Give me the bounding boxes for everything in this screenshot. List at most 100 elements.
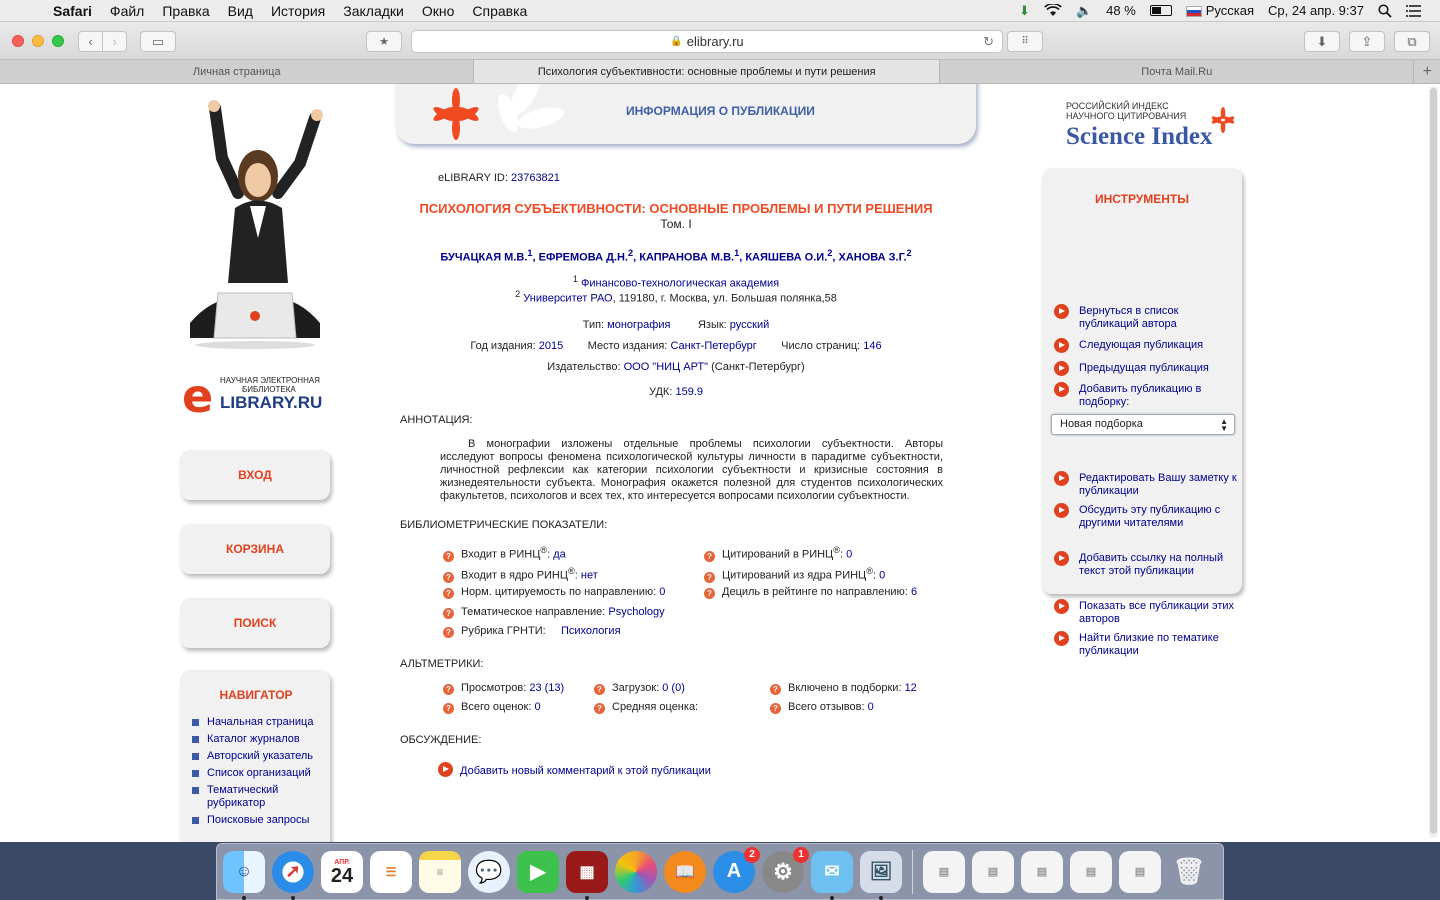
messages-icon[interactable]: 💬	[468, 850, 510, 893]
minimized-window-1-icon[interactable]: ▤	[923, 850, 965, 893]
ibooks-icon[interactable]: 📖	[664, 850, 706, 893]
nav-item-journals[interactable]: Каталог журналов	[192, 733, 320, 746]
collection-select[interactable]: Новая подборка ▲ ▼	[1051, 414, 1235, 435]
menu-history[interactable]: История	[262, 3, 334, 19]
tool-back-to-author-list[interactable]: Вернуться в список публикаций автора	[1054, 304, 1238, 331]
menu-window[interactable]: Окно	[413, 3, 464, 19]
help-icon[interactable]: ?	[443, 588, 454, 599]
photos-icon[interactable]	[615, 850, 657, 893]
nav-item-organizations[interactable]: Список организаций	[192, 767, 320, 780]
menu-help[interactable]: Справка	[463, 3, 536, 19]
author-link[interactable]: ЕФРЕМОВА Д.Н.	[539, 252, 628, 264]
bookmarks-button[interactable]: ★	[366, 31, 402, 52]
facetime-icon[interactable]: ▶	[517, 850, 559, 893]
science-index-logo[interactable]: РОССИЙСКИЙ ИНДЕКС НАУЧНОГО ЦИТИРОВАНИЯ Sc…	[1066, 101, 1246, 151]
notification-center-icon[interactable]	[1406, 4, 1422, 17]
minimize-window-button[interactable]	[32, 35, 44, 47]
help-icon[interactable]: ?	[594, 703, 605, 714]
trash-icon[interactable]: 🗑	[1168, 851, 1210, 893]
help-icon[interactable]: ?	[443, 608, 454, 619]
tool-next-publication[interactable]: Следующая публикация	[1054, 338, 1238, 353]
app-store-icon[interactable]: A2	[713, 846, 760, 893]
login-button[interactable]: ВХОД	[180, 450, 330, 500]
author-link[interactable]: КАПРАНОВА М.В.	[639, 252, 734, 264]
tool-previous-publication[interactable]: Предыдущая публикация	[1054, 361, 1238, 376]
minimized-window-2-icon[interactable]: ▤	[972, 850, 1014, 893]
type-value[interactable]: монография	[607, 319, 670, 331]
page-scrollbar[interactable]	[1429, 86, 1438, 838]
address-bar[interactable]: 🔒 elibrary.ru ↻	[411, 30, 1003, 53]
publisher-link[interactable]: ООО "НИЦ АРТ"	[624, 361, 708, 373]
affiliation-1-link[interactable]: Финансово-технологическая академия	[581, 278, 779, 290]
downloads-button[interactable]: ⬇	[1304, 31, 1340, 52]
wifi-icon[interactable]	[1044, 4, 1062, 17]
place-value[interactable]: Санкт-Петербург	[670, 340, 756, 352]
search-button[interactable]: ПОИСК	[180, 598, 330, 648]
nav-item-rubricator[interactable]: Тематический рубрикатор	[192, 784, 320, 810]
tool-add-to-collection[interactable]: Добавить публикацию в подборку:	[1054, 382, 1238, 409]
tool-add-fulltext-link[interactable]: Добавить ссылку на полный текст этой пуб…	[1054, 551, 1238, 578]
help-icon[interactable]: ?	[594, 684, 605, 695]
share-button[interactable]: ⇪	[1349, 31, 1385, 52]
help-icon[interactable]: ?	[443, 627, 454, 638]
help-icon[interactable]: ?	[770, 684, 781, 695]
elibrary-id-link[interactable]: 23763821	[511, 172, 560, 184]
author-link[interactable]: БУЧАЦКАЯ М.В.	[440, 252, 527, 264]
add-comment-link[interactable]: Добавить новый комментарий к этой публик…	[438, 762, 711, 777]
help-icon[interactable]: ?	[704, 588, 715, 599]
download-status-icon[interactable]: ⬇	[1019, 3, 1030, 19]
help-icon[interactable]: ?	[443, 550, 454, 562]
back-button[interactable]: ‹	[78, 31, 103, 52]
help-icon[interactable]: ?	[704, 571, 715, 583]
minimized-window-5-icon[interactable]: ▤	[1119, 850, 1161, 893]
topic-link[interactable]: Psychology	[608, 606, 664, 618]
clock[interactable]: Ср, 24 апр. 9:37	[1268, 3, 1364, 18]
tool-find-similar[interactable]: Найти близкие по тематике публикации	[1054, 631, 1238, 658]
udk-value[interactable]: 159.9	[675, 386, 703, 398]
nav-item-queries[interactable]: Поисковые запросы	[192, 814, 320, 827]
close-window-button[interactable]	[12, 35, 24, 47]
sidebar-toggle-button[interactable]: ▭	[140, 31, 176, 52]
minimized-window-3-icon[interactable]: ▤	[1021, 850, 1063, 893]
tab-mail[interactable]: Почта Mail.Ru	[940, 60, 1415, 83]
menu-app[interactable]: Safari	[44, 3, 101, 19]
tool-edit-note[interactable]: Редактировать Вашу заметку к публикации	[1054, 471, 1238, 498]
reminders-icon[interactable]: ☰	[370, 850, 412, 893]
year-value[interactable]: 2015	[539, 340, 563, 352]
nav-item-home[interactable]: Начальная страница	[192, 716, 320, 729]
menu-bookmarks[interactable]: Закладки	[334, 3, 413, 19]
photo-booth-icon[interactable]: ▦	[566, 850, 608, 900]
menu-edit[interactable]: Правка	[153, 3, 218, 19]
tab-publication[interactable]: Психология субъективности: основные проб…	[474, 60, 941, 83]
volume-icon[interactable]: 🔈	[1076, 3, 1092, 19]
help-icon[interactable]: ?	[443, 684, 454, 695]
help-icon[interactable]: ?	[770, 703, 781, 714]
nav-item-authors[interactable]: Авторский указатель	[192, 750, 320, 763]
extensions-grid-button[interactable]: ⠿	[1007, 31, 1043, 52]
new-tab-button[interactable]: +	[1414, 60, 1440, 83]
spotlight-search-icon[interactable]	[1378, 3, 1392, 18]
cart-button[interactable]: КОРЗИНА	[180, 524, 330, 574]
affiliation-2-link[interactable]: Университет РАО	[523, 293, 612, 305]
menu-file[interactable]: Файл	[101, 3, 153, 19]
reload-icon[interactable]: ↻	[983, 34, 994, 50]
forward-button[interactable]: ›	[102, 31, 127, 52]
grnti-link[interactable]: Психология	[561, 625, 621, 637]
tab-personal-page[interactable]: Личная страница	[0, 60, 475, 83]
safari-icon[interactable]: ➚	[272, 850, 314, 900]
system-preferences-icon[interactable]: ⚙ 1	[762, 846, 809, 893]
tool-discuss[interactable]: Обсудить эту публикацию с другими читате…	[1054, 503, 1238, 530]
pages-value[interactable]: 146	[863, 340, 881, 352]
battery-icon[interactable]	[1149, 5, 1172, 16]
menu-view[interactable]: Вид	[219, 3, 262, 19]
zoom-window-button[interactable]	[52, 35, 64, 47]
language-value[interactable]: русский	[730, 319, 769, 331]
input-source[interactable]: Русская	[1185, 3, 1254, 18]
notes-icon[interactable]: ≡	[419, 850, 461, 893]
mail-app-icon[interactable]: ✉	[811, 850, 853, 900]
help-icon[interactable]: ?	[704, 550, 715, 562]
scrollbar-thumb[interactable]	[1430, 88, 1437, 834]
tabs-overview-button[interactable]: ⧉	[1394, 31, 1430, 52]
tool-show-authors-publications[interactable]: Показать все публикации этих авторов	[1054, 599, 1238, 626]
finder-icon[interactable]: ☺	[223, 850, 265, 900]
